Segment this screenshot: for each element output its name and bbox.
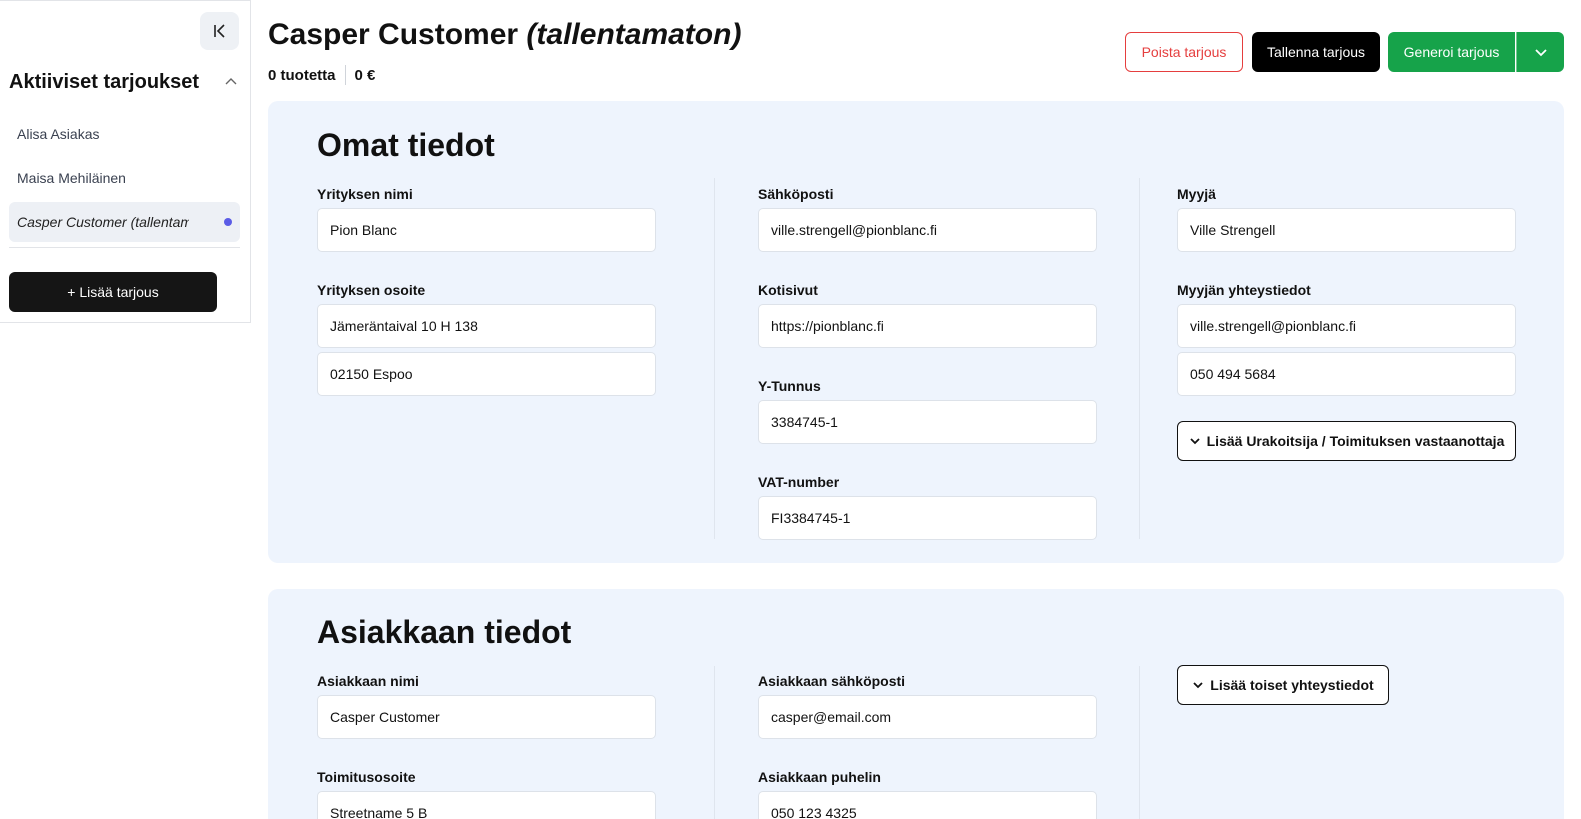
unsaved-indicator-dot [224, 218, 232, 226]
customer-name-field[interactable] [317, 695, 656, 739]
customer-name-title: Casper Customer [268, 18, 519, 51]
seller-contact-label: Myyjän yhteystiedot [1177, 282, 1311, 298]
seller-phone-field[interactable] [1177, 352, 1516, 396]
business-id-label: Y-Tunnus [758, 378, 821, 394]
business-id-field[interactable] [758, 400, 1097, 444]
delete-offer-button[interactable]: Poista tarjous [1125, 32, 1243, 72]
chevron-down-icon [1189, 438, 1200, 445]
offer-total: 0 € [354, 66, 376, 84]
add-contractor-button[interactable]: Lisää Urakoitsija / Toimituksen vastaano… [1177, 421, 1516, 461]
seller-email-field[interactable] [1177, 304, 1516, 348]
customer-name-label: Asiakkaan nimi [317, 673, 419, 689]
unsaved-status: (tallentamaton) [526, 18, 742, 51]
seller-label: Myyjä [1177, 186, 1216, 202]
section-heading: Omat tiedot [317, 127, 495, 163]
own-info-section: Omat tiedot Yrityksen nimi Yrityksen oso… [268, 101, 1564, 563]
website-field[interactable] [758, 304, 1097, 348]
save-offer-button[interactable]: Tallenna tarjous [1252, 32, 1380, 72]
product-count: 0 tuotetta [268, 66, 336, 84]
divider [714, 178, 715, 539]
collapse-sidebar-button[interactable] [200, 12, 239, 50]
sidebar-item-casper-customer[interactable]: Casper Customer (tallentamaton) [9, 202, 240, 242]
company-name-field[interactable] [317, 208, 656, 252]
offer-list: Alisa Asiakas Maisa Mehiläinen Casper Cu… [9, 114, 240, 246]
customer-email-label: Asiakkaan sähköposti [758, 673, 906, 689]
sidebar-item-label: Alisa Asiakas [17, 126, 100, 142]
email-label: Sähköposti [758, 186, 834, 202]
sidebar-item-label: Maisa Mehiläinen [17, 170, 126, 186]
sidebar-item-maisa-mehilainen[interactable]: Maisa Mehiläinen [9, 158, 240, 198]
page-title: Casper Customer (tallentamaton) [268, 18, 741, 52]
add-offer-button[interactable]: + Lisää tarjous [9, 272, 217, 312]
vat-field[interactable] [758, 496, 1097, 540]
address-line2-field[interactable] [317, 352, 656, 396]
email-field[interactable] [758, 208, 1097, 252]
customer-email-field[interactable] [758, 695, 1097, 739]
add-other-contacts-label: Lisää toiset yhteystiedot [1210, 677, 1374, 693]
delivery-address-field[interactable] [317, 791, 656, 819]
divider [344, 65, 346, 85]
company-name-label: Yrityksen nimi [317, 186, 413, 202]
seller-field[interactable] [1177, 208, 1516, 252]
add-other-contacts-button[interactable]: Lisää toiset yhteystiedot [1177, 665, 1389, 705]
chevron-down-icon [1534, 49, 1547, 57]
chevron-up-icon[interactable] [224, 75, 238, 89]
delivery-address-label: Toimitusosoite [317, 769, 416, 785]
company-address-label: Yrityksen osoite [317, 282, 426, 298]
add-contractor-label: Lisää Urakoitsija / Toimituksen vastaano… [1206, 433, 1505, 449]
generate-options-button[interactable] [1516, 32, 1564, 72]
sidebar-item-label: Casper Customer (tallentamaton) [17, 214, 189, 230]
section-heading: Asiakkaan tiedot [317, 614, 572, 650]
sidebar-heading: Aktiiviset tarjoukset [9, 71, 200, 93]
divider [9, 247, 240, 248]
divider [1139, 666, 1140, 819]
sidebar: Aktiiviset tarjoukset Alisa Asiakas Mais… [0, 0, 251, 323]
vat-label: VAT-number [758, 474, 840, 490]
offer-summary: 0 tuotetta 0 € [268, 65, 375, 85]
address-line1-field[interactable] [317, 304, 656, 348]
generate-offer-button[interactable]: Generoi tarjous [1388, 32, 1515, 72]
customer-phone-label: Asiakkaan puhelin [758, 769, 881, 785]
divider [714, 666, 715, 819]
website-label: Kotisivut [758, 282, 818, 298]
sidebar-item-alisa-asiakas[interactable]: Alisa Asiakas [9, 114, 240, 154]
divider [1139, 178, 1140, 539]
collapse-left-icon [213, 24, 225, 38]
customer-phone-field[interactable] [758, 791, 1097, 819]
customer-info-section: Asiakkaan tiedot Asiakkaan nimi Toimitus… [268, 589, 1564, 819]
chevron-down-icon [1193, 682, 1203, 689]
